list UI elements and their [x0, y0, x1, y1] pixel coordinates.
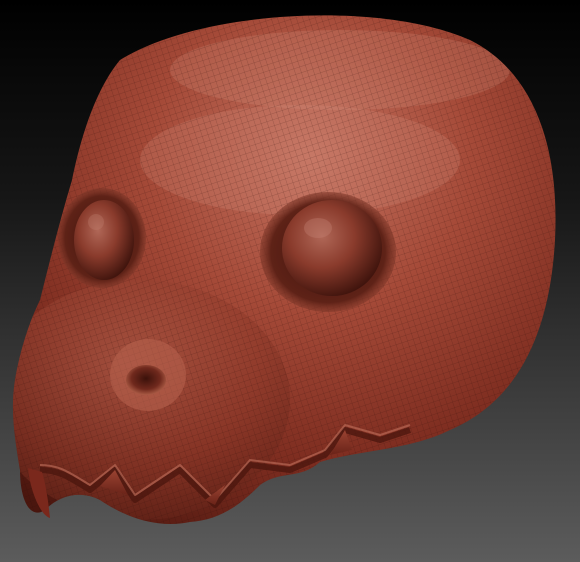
viewport-canvas[interactable] — [0, 0, 580, 562]
right-eye[interactable] — [282, 200, 382, 296]
left-eye[interactable] — [74, 200, 134, 280]
sculpt-viewport[interactable] — [0, 0, 580, 562]
left-eye-specular — [88, 214, 104, 230]
nostril[interactable] — [126, 365, 166, 395]
right-eye-specular — [304, 218, 332, 238]
